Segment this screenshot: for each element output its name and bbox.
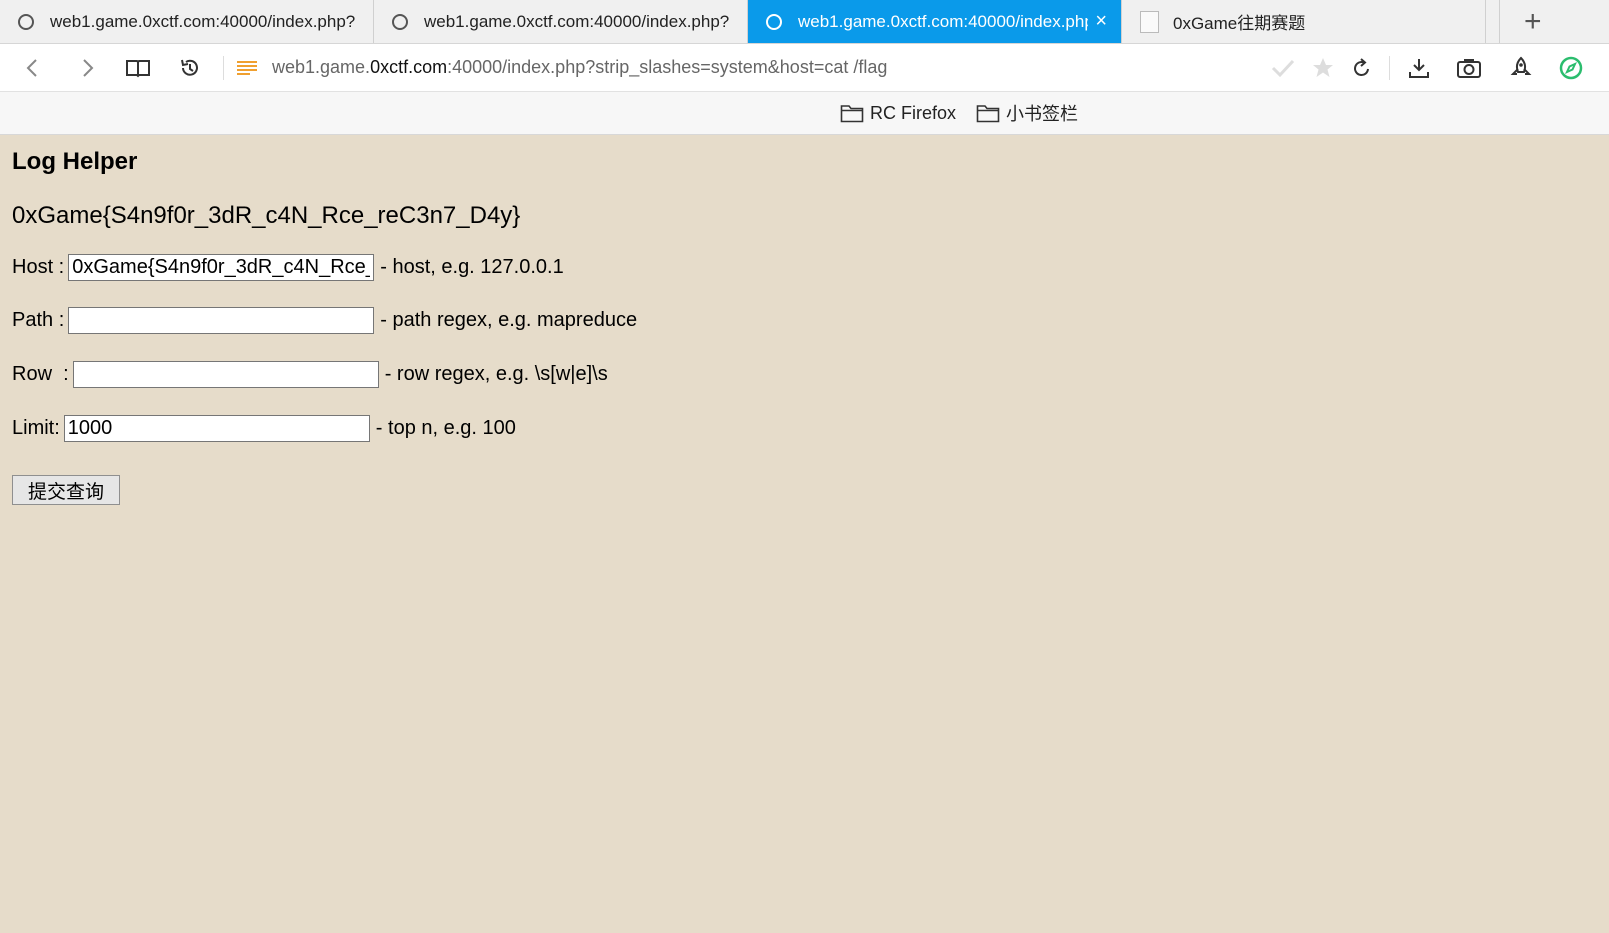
navigation-bar: web1.game. 0xctf.com:40000/index.php?stri…: [0, 44, 1609, 92]
reload-icon: [1354, 57, 1369, 76]
tab-1[interactable]: web1.game.0xctf.com:40000/index.php?: [0, 0, 374, 43]
page-title: Log Helper: [12, 148, 138, 175]
tab-title: 0xGame往期赛题: [1173, 14, 1306, 33]
host-hint: - host, e.g. 127.0.0.1: [380, 256, 564, 278]
address-bar[interactable]: web1.game. 0xctf.com:40000/index.php?stri…: [236, 44, 887, 91]
check-icon: [1271, 59, 1295, 77]
path-label: Path :: [12, 309, 65, 331]
path-row: Path : - path regex, e.g. mapreduce: [12, 307, 637, 334]
row-label: Row :: [12, 363, 69, 385]
tab-3-active[interactable]: web1.game.0xctf.com:40000/index.php? ×: [748, 0, 1122, 43]
path-hint: - path regex, e.g. mapreduce: [380, 309, 638, 331]
limit-input[interactable]: [63, 415, 370, 442]
host-input[interactable]: [68, 254, 375, 281]
tab-title: web1.game.0xctf.com:40000/index.php?: [424, 11, 730, 31]
history-icon: [181, 59, 198, 76]
star-icon: [1313, 57, 1333, 77]
url-domain: 0xctf.com: [370, 57, 448, 77]
download-icon: [1409, 58, 1429, 78]
circle-icon: [18, 13, 34, 30]
row-hint: - row regex, e.g. \s[w|e]\s: [384, 363, 608, 385]
toolbar-separator: [1389, 56, 1390, 80]
page-content: Log Helper 0xGame{S4n9f0r_3dR_c4N_Rce_re…: [12, 134, 1609, 933]
bookmark-rc-firefox[interactable]: RC Firefox: [840, 92, 956, 134]
forward-button[interactable]: [68, 44, 108, 91]
circle-icon: [766, 13, 782, 30]
circle-icon: [392, 13, 408, 30]
rocket-button[interactable]: [1501, 44, 1541, 91]
bookmarks-bar: RC Firefox 小书签栏: [0, 92, 1609, 135]
compass-icon: [1559, 56, 1583, 79]
command-output: 0xGame{S4n9f0r_3dR_c4N_Rce_reC3n7_D4y}: [12, 202, 521, 229]
forward-arrow-icon: [83, 58, 94, 77]
check-button[interactable]: [1263, 44, 1303, 91]
tab-strip: web1.game.0xctf.com:40000/index.php? web…: [0, 0, 1609, 44]
bookmark-label: 小书签栏: [1006, 104, 1078, 124]
book-icon: [126, 59, 150, 77]
bookmark-label: RC Firefox: [870, 102, 957, 123]
limit-row: Limit: - top n, e.g. 100: [12, 415, 516, 442]
bookmark-folder-xiaoshuqian[interactable]: 小书签栏: [976, 92, 1078, 134]
tab-2[interactable]: web1.game.0xctf.com:40000/index.php?: [374, 0, 748, 43]
row-row: Row : - row regex, e.g. \s[w|e]\s: [12, 361, 608, 388]
folder-icon: [840, 105, 864, 123]
path-input[interactable]: [68, 307, 375, 334]
url-prefix: web1.game.: [272, 57, 371, 77]
folder-icon: [976, 105, 1000, 123]
reload-button[interactable]: [1342, 44, 1382, 91]
submit-query-button[interactable]: 提交查询: [12, 475, 120, 505]
limit-label: Limit:: [12, 417, 60, 439]
download-button[interactable]: [1399, 44, 1439, 91]
bookmark-star-button[interactable]: [1303, 44, 1343, 91]
url-suffix: :40000/index.php?strip_slashes=system&ho…: [447, 57, 888, 77]
page-icon: [1140, 10, 1159, 33]
screenshot-button[interactable]: [1449, 44, 1489, 91]
reader-mode-button[interactable]: [118, 44, 158, 91]
tab-title: web1.game.0xctf.com:40000/index.php?: [50, 11, 356, 31]
toolbar-separator: [223, 56, 224, 80]
back-arrow-icon: [26, 58, 37, 77]
tab-4[interactable]: 0xGame往期赛题: [1122, 0, 1486, 43]
host-label: Host :: [12, 256, 65, 278]
limit-hint: - top n, e.g. 100: [375, 417, 516, 439]
new-tab-button[interactable]: +: [1499, 0, 1609, 43]
row-input[interactable]: [72, 361, 379, 388]
compass-button[interactable]: [1551, 44, 1591, 91]
rocket-icon: [1510, 56, 1532, 75]
camera-icon: [1457, 58, 1481, 78]
close-tab-icon[interactable]: ×: [1095, 10, 1107, 33]
history-button[interactable]: [170, 44, 210, 91]
tab-title: web1.game.0xctf.com:40000/index.php?: [798, 11, 1088, 31]
back-button[interactable]: [12, 44, 52, 91]
host-row: Host : - host, e.g. 127.0.0.1: [12, 254, 564, 281]
lines-icon: [237, 60, 257, 75]
